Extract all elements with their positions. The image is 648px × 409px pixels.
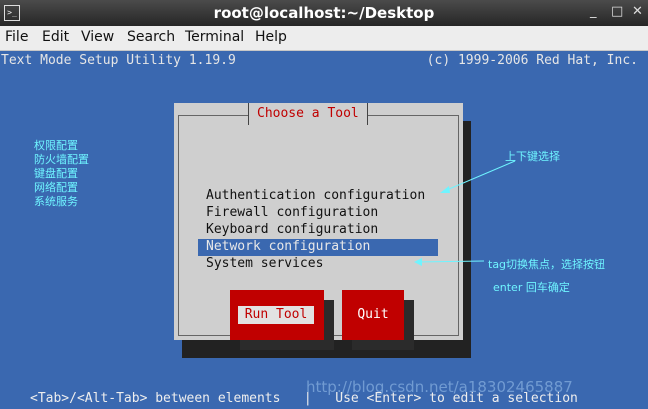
annotation-arrows (414, 160, 516, 266)
title-bar[interactable]: >_ root@localhost:~/Desktop _ □ ✕ (0, 0, 648, 26)
arrow-tag-head (414, 258, 422, 266)
menu-help[interactable]: Help (255, 29, 287, 45)
close-icon[interactable]: ✕ (632, 4, 643, 19)
menu-search[interactable]: Search (127, 29, 175, 45)
footer-help: <Tab>/<Alt-Tab> between elements | Use <… (30, 391, 578, 406)
menu-file[interactable]: File (5, 29, 28, 45)
menu-edit[interactable]: Edit (42, 29, 69, 45)
menu-view[interactable]: View (81, 29, 114, 45)
menu-bar: File Edit View Search Terminal Help (0, 26, 648, 51)
arrow-updown (441, 160, 516, 193)
arrow-updown-head (440, 186, 450, 193)
menu-terminal[interactable]: Terminal (185, 29, 244, 45)
window-title: root@localhost:~/Desktop (213, 4, 435, 22)
minimize-icon[interactable]: _ (590, 4, 597, 19)
maximize-icon[interactable]: □ (611, 4, 623, 19)
arrow-tag (415, 260, 485, 263)
terminal-screen[interactable]: Text Mode Setup Utility 1.19.9 (c) 1999-… (0, 51, 648, 409)
terminal-window: >_ root@localhost:~/Desktop _ □ ✕ File E… (0, 0, 648, 409)
